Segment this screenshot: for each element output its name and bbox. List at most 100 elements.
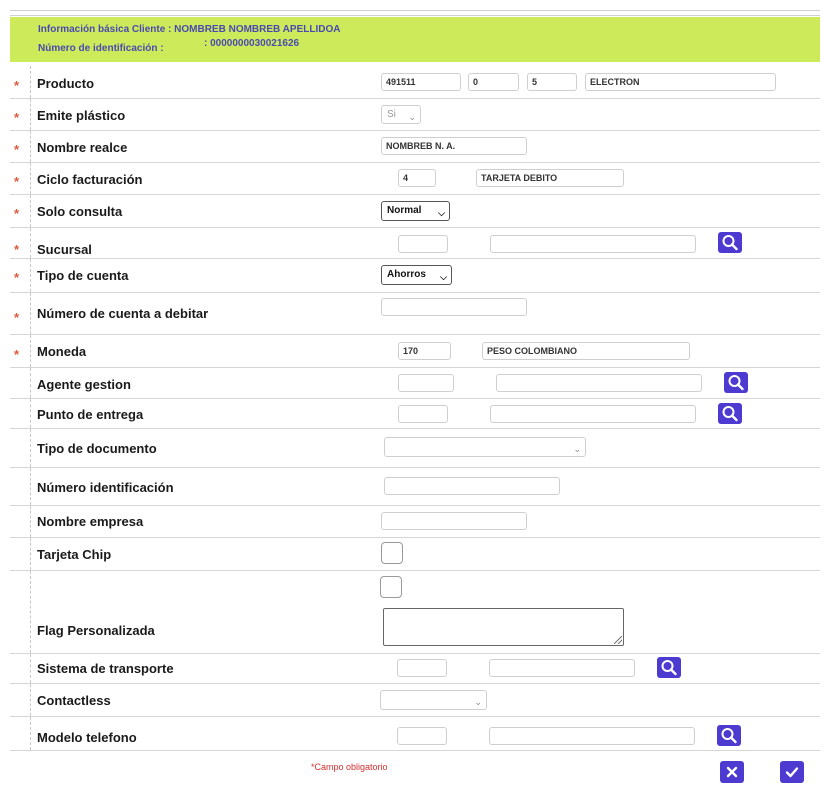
emite-plastico-value: Si xyxy=(387,109,396,120)
modelo-desc-input[interactable] xyxy=(489,727,695,745)
producto-name-input[interactable]: ELECTRON xyxy=(585,73,776,91)
transporte-desc-input[interactable] xyxy=(489,659,635,677)
row-tipo-documento: Tipo de documento ⌄ xyxy=(10,429,820,468)
solo-consulta-label: Solo consulta xyxy=(37,204,123,219)
row-divider xyxy=(30,163,31,194)
chevron-down-icon: ⌄ xyxy=(408,112,416,122)
tipo-cuenta-select[interactable]: Ahorros ⌵ xyxy=(381,265,452,285)
row-divider xyxy=(30,131,31,162)
row-divider xyxy=(30,259,31,292)
row-divider xyxy=(30,99,31,130)
agente-desc-input[interactable] xyxy=(496,374,702,392)
punto-entrega-label: Punto de entrega xyxy=(37,407,144,422)
solo-consulta-value: Normal xyxy=(387,205,422,216)
row-tarjeta-chip: Tarjeta Chip xyxy=(10,538,820,571)
row-modelo-telefono: Modelo telefono xyxy=(10,717,820,751)
resize-grip-icon[interactable] xyxy=(614,636,622,644)
top-divider xyxy=(10,10,820,16)
row-divider xyxy=(30,335,31,367)
chevron-down-icon: ⌄ xyxy=(573,444,581,454)
punto-search-button[interactable] xyxy=(718,403,742,424)
client-info-line: Información básica Cliente : NOMBREB NOM… xyxy=(38,24,340,35)
row-nombre-empresa: Nombre empresa xyxy=(10,506,820,538)
moneda-desc-input[interactable]: PESO COLOMBIANO xyxy=(482,342,690,360)
close-icon xyxy=(726,766,738,778)
sucursal-desc-input[interactable] xyxy=(490,235,696,253)
agente-search-button[interactable] xyxy=(724,372,748,393)
tarjeta-chip-checkbox[interactable] xyxy=(381,542,403,564)
numero-cuenta-input[interactable] xyxy=(381,298,527,316)
nombre-realce-input[interactable]: NOMBREB N. A. xyxy=(381,137,527,155)
modelo-search-button[interactable] xyxy=(717,725,741,746)
row-solo-consulta: * Solo consulta Normal ⌵ xyxy=(10,195,820,228)
flag-personalizada-label: Flag Personalizada xyxy=(37,623,155,638)
row-divider xyxy=(30,654,31,683)
moneda-label: Moneda xyxy=(37,344,87,359)
row-divider xyxy=(30,195,31,227)
producto-code-input[interactable]: 491511 xyxy=(381,73,461,91)
row-divider xyxy=(30,717,31,750)
chevron-down-icon: ⌵ xyxy=(438,208,445,218)
chevron-down-icon: ⌵ xyxy=(440,272,447,282)
confirm-button[interactable] xyxy=(780,761,804,783)
search-icon xyxy=(728,375,744,391)
nombre-empresa-input[interactable] xyxy=(381,512,527,530)
required-marker: * xyxy=(14,242,20,257)
producto-label: Producto xyxy=(37,76,95,91)
contactless-label: Contactless xyxy=(37,693,111,708)
modelo-code-input[interactable] xyxy=(397,727,447,745)
transporte-code-input[interactable] xyxy=(397,659,447,677)
modelo-telefono-label: Modelo telefono xyxy=(37,730,137,745)
row-divider xyxy=(30,538,31,570)
tarjeta-chip-label: Tarjeta Chip xyxy=(37,547,112,562)
row-emite-plastico: * Emite plástico Si ⌄ xyxy=(10,99,820,131)
numero-identificacion-label: Número identificación xyxy=(37,480,174,495)
required-field-note: *Campo obligatorio xyxy=(311,762,388,772)
required-marker: * xyxy=(14,78,20,93)
row-divider xyxy=(30,429,31,467)
row-divider xyxy=(30,293,31,334)
sucursal-code-input[interactable] xyxy=(398,235,448,253)
contactless-select[interactable]: ⌄ xyxy=(380,690,487,710)
punto-code-input[interactable] xyxy=(398,405,448,423)
row-producto: * Producto 491511 0 5 ELECTRON xyxy=(10,66,820,99)
row-numero-identificacion: Número identificación xyxy=(10,468,820,506)
required-marker: * xyxy=(14,310,20,325)
agente-gestion-label: Agente gestion xyxy=(37,377,131,392)
agente-code-input[interactable] xyxy=(398,374,454,392)
ciclo-desc-input[interactable]: TARJETA DEBITO xyxy=(476,169,624,187)
emite-plastico-select[interactable]: Si ⌄ xyxy=(381,105,421,124)
search-icon xyxy=(722,235,738,251)
row-divider xyxy=(30,468,31,505)
cancel-button[interactable] xyxy=(720,761,744,783)
sucursal-search-button[interactable] xyxy=(718,232,742,253)
tipo-cuenta-label: Tipo de cuenta xyxy=(37,268,129,283)
ciclo-facturacion-label: Ciclo facturación xyxy=(37,172,143,187)
moneda-code-input[interactable]: 170 xyxy=(398,342,451,360)
search-icon xyxy=(661,660,677,676)
required-marker: * xyxy=(14,347,20,362)
row-tipo-cuenta: * Tipo de cuenta Ahorros ⌵ xyxy=(10,259,820,293)
tipo-documento-select[interactable]: ⌄ xyxy=(384,437,586,457)
id-value: : 0000000030021626 xyxy=(204,38,300,49)
numero-identificacion-input[interactable] xyxy=(384,477,560,495)
emite-plastico-label: Emite plástico xyxy=(37,108,126,123)
flag-personalizada-checkbox[interactable] xyxy=(380,576,402,598)
producto-field-2-input[interactable]: 0 xyxy=(468,73,519,91)
nombre-realce-label: Nombre realce xyxy=(37,140,128,155)
client-label: Información básica Cliente : xyxy=(38,24,172,35)
required-marker: * xyxy=(14,142,20,157)
row-numero-cuenta: * Número de cuenta a debitar xyxy=(10,293,820,335)
punto-desc-input[interactable] xyxy=(490,405,696,423)
flag-personalizada-textarea[interactable] xyxy=(383,608,624,646)
tipo-cuenta-value: Ahorros xyxy=(387,269,426,280)
ciclo-code-input[interactable]: 4 xyxy=(398,169,436,187)
solo-consulta-select[interactable]: Normal ⌵ xyxy=(381,201,450,221)
row-divider xyxy=(30,368,31,398)
producto-field-3-input[interactable]: 5 xyxy=(527,73,577,91)
required-marker: * xyxy=(14,174,20,189)
sucursal-label: Sucursal xyxy=(37,242,92,257)
required-marker: * xyxy=(14,270,20,285)
transporte-search-button[interactable] xyxy=(657,657,681,678)
search-icon xyxy=(722,406,738,422)
